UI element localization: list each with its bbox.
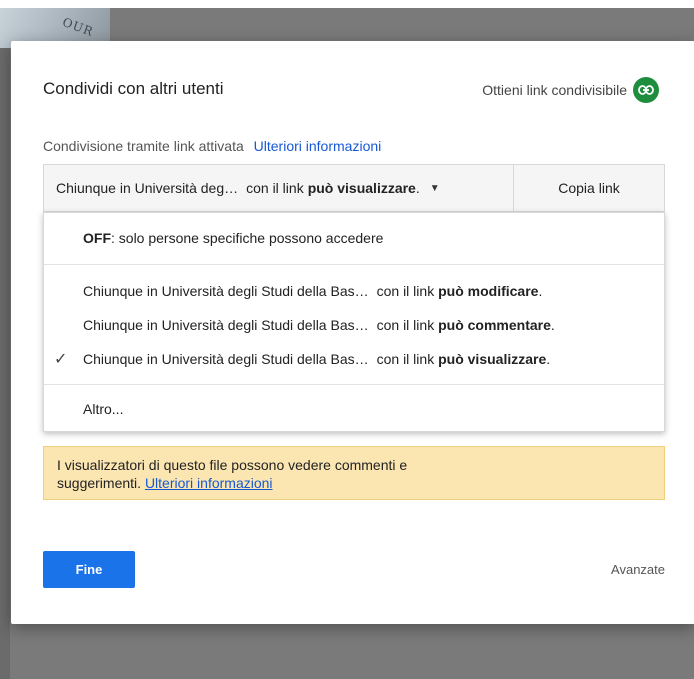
get-shareable-link-button[interactable]: Ottieni link condivisibile [482, 77, 659, 103]
menu-item-more-label: Altro... [83, 401, 124, 417]
menu-item-audience: Chiunque in Università degli Studi della… [83, 317, 369, 333]
menu-item-suffix: . [538, 283, 543, 299]
menu-item-audience: Chiunque in Università degli Studi della… [83, 351, 369, 367]
link-icon[interactable] [633, 77, 659, 103]
link-sharing-status-text: Condivisione tramite link attivata [43, 138, 244, 154]
menu-item-permission: può visualizzare [438, 351, 547, 367]
backdrop-top-strip [0, 0, 694, 8]
learn-more-link[interactable]: Ulteriori informazioni [254, 138, 382, 154]
menu-item-audience: Chiunque in Università degli Studi della… [83, 283, 369, 299]
menu-divider [44, 384, 664, 385]
notice-text-line1: I visualizzatori di questo file possono … [57, 457, 408, 473]
share-dialog: Condividi con altri utenti Ottieni link … [11, 41, 694, 624]
backdrop-image-text: OUR [60, 14, 96, 40]
dropdown-audience: Chiunque in Università deg… [56, 180, 239, 196]
commenters-notice: I visualizzatori di questo file possono … [43, 446, 665, 500]
menu-item-off-bold: OFF [83, 230, 111, 246]
menu-item-permission: può modificare [438, 283, 539, 299]
menu-item-middle: con il link [376, 351, 435, 367]
get-shareable-link-label: Ottieni link condivisibile [482, 82, 627, 98]
dropdown-permission: può visualizzare [307, 180, 416, 196]
menu-item-can-comment[interactable]: Chiunque in Università degli Studi della… [44, 311, 664, 339]
caret-down-icon: ▼ [429, 182, 440, 194]
menu-item-can-view[interactable]: ✓ Chiunque in Università degli Studi del… [44, 345, 664, 373]
menu-item-can-edit[interactable]: Chiunque in Università degli Studi della… [44, 277, 664, 305]
menu-item-suffix: . [550, 317, 555, 333]
menu-item-middle: con il link [376, 317, 435, 333]
menu-item-more[interactable]: Altro... [44, 395, 664, 423]
link-permission-menu: OFF: solo persone specifiche possono acc… [43, 212, 665, 432]
menu-item-middle: con il link [376, 283, 435, 299]
link-permission-dropdown[interactable]: Chiunque in Università deg… con il link … [44, 165, 514, 211]
link-settings-row: Chiunque in Università deg… con il link … [43, 164, 665, 212]
notice-text-line2: suggerimenti. [57, 475, 142, 491]
menu-item-off[interactable]: OFF: solo persone specifiche possono acc… [44, 224, 664, 252]
checkmark-icon: ✓ [54, 351, 68, 368]
dialog-title: Condividi con altri utenti [43, 79, 224, 98]
backdrop-left-edge [0, 48, 10, 679]
advanced-link[interactable]: Avanzate [611, 562, 665, 577]
menu-divider [44, 264, 664, 265]
dropdown-middle-text: con il link [246, 180, 304, 196]
dropdown-suffix: . [415, 180, 420, 196]
menu-item-suffix: . [546, 351, 551, 367]
notice-learn-more-link[interactable]: Ulteriori informazioni [145, 475, 273, 491]
done-button[interactable]: Fine [43, 551, 135, 588]
menu-item-permission: può commentare [438, 317, 551, 333]
link-sharing-status: Condivisione tramite link attivata Ulter… [43, 138, 381, 154]
menu-item-off-text: : solo persone specifiche possono accede… [111, 230, 384, 246]
copy-link-button[interactable]: Copia link [514, 165, 664, 211]
